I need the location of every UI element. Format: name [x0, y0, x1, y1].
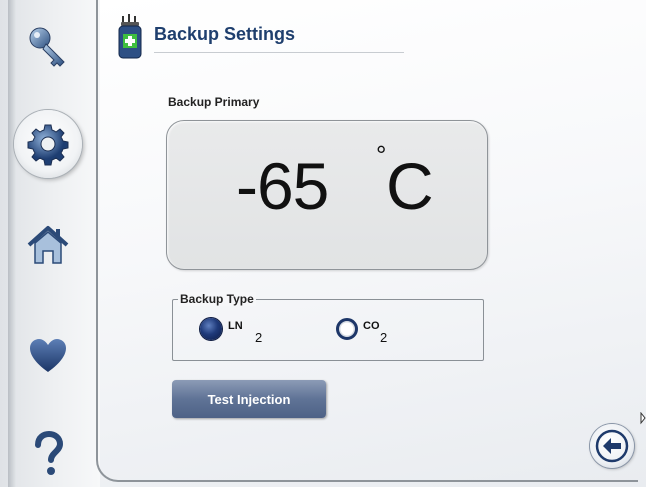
backup-type-legend: Backup Type	[178, 292, 256, 306]
back-button[interactable]	[590, 424, 634, 468]
radio-ln2[interactable]	[200, 318, 222, 340]
radio-ln2-label: LN	[228, 320, 243, 332]
test-injection-button[interactable]: Test Injection	[172, 380, 326, 418]
back-arrow-icon	[595, 429, 629, 463]
temperature-unit: C	[386, 149, 434, 223]
key-icon	[29, 27, 65, 67]
sidebar-item-home[interactable]	[22, 220, 74, 272]
degree-symbol: °	[376, 140, 387, 170]
sidebar	[0, 0, 101, 487]
gear-icon	[27, 124, 69, 166]
sidebar-item-favorites[interactable]	[22, 330, 74, 382]
page-title: Backup Settings	[154, 24, 296, 44]
home-icon	[27, 226, 69, 264]
sidebar-edge	[8, 0, 16, 487]
screen: Backup Settings Backup Primary -65 ° C B…	[0, 0, 646, 487]
radio-co2[interactable]	[336, 318, 358, 340]
radio-co2-subscript: 2	[380, 330, 388, 345]
cylinder-plus-icon	[118, 14, 142, 59]
sidebar-item-help[interactable]	[22, 428, 74, 480]
pointer-cursor-icon	[640, 412, 646, 425]
sidebar-item-settings[interactable]	[14, 110, 82, 178]
header-divider	[154, 52, 404, 53]
radio-co2-label: CO	[363, 320, 380, 332]
sidebar-item-security[interactable]	[22, 20, 74, 72]
question-icon	[35, 430, 64, 475]
radio-ln2-subscript: 2	[255, 330, 263, 345]
temperature-value: -65	[236, 149, 329, 223]
backup-primary-label: Backup Primary	[168, 95, 260, 109]
heart-icon	[30, 339, 66, 372]
